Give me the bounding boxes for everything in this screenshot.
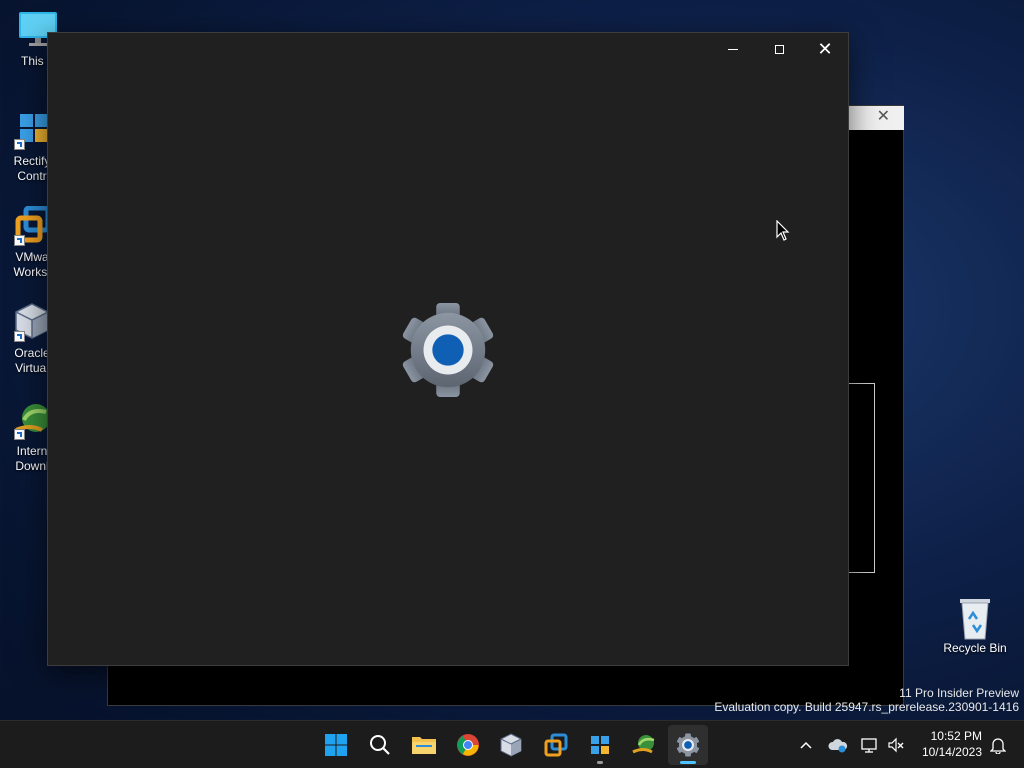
chrome-icon [457,734,479,756]
vmware-icon [544,733,568,757]
watermark-build: Evaluation copy. Build 25947.rs_prerelea… [714,700,1019,714]
minimize-button[interactable] [710,33,756,65]
idm-icon [12,400,52,440]
shortcut-arrow-icon [14,139,25,150]
clock-date: 10/14/2023 [921,745,982,759]
background-window-titlebar[interactable]: ✕ [848,106,904,130]
taskbar-rectify-control-center[interactable] [580,725,620,765]
taskbar-chrome[interactable] [448,725,488,765]
minimize-icon [728,48,738,50]
clock-time: 10:52 PM [930,729,982,743]
taskbar-internet-download-manager[interactable] [624,725,664,765]
close-button[interactable]: ✕ [802,33,848,65]
mouse-cursor-icon [776,219,790,242]
settings-gear-icon [676,733,700,757]
settings-splash-window[interactable]: ✕ [47,32,849,666]
taskbar-settings[interactable] [668,725,708,765]
running-indicator [597,761,603,764]
taskbar-file-explorer[interactable] [404,725,444,765]
chevron-up-icon [800,741,812,749]
vmware-icon [12,205,52,246]
taskbar-vmware[interactable] [536,725,576,765]
folder-icon [412,737,436,754]
taskbar: 10:52 PM 10/14/2023 [0,720,1024,768]
start-button[interactable] [316,725,356,765]
taskbar-virtualbox[interactable] [491,725,531,765]
notifications-button[interactable] [986,731,1010,759]
close-icon: ✕ [817,39,833,59]
search-icon [370,735,390,755]
cloud-icon [828,739,848,753]
tray-network[interactable] [858,731,882,759]
volume-muted-icon [888,737,904,753]
shortcut-arrow-icon [14,331,25,342]
shortcut-arrow-icon [14,429,25,440]
virtualbox-icon [12,302,52,342]
tray-volume[interactable] [884,731,908,759]
rectify-control-icon [591,736,609,754]
virtualbox-icon [500,733,522,757]
shortcut-arrow-icon [14,235,25,246]
windows-watermark: 11 Pro Insider Preview Evaluation copy. … [714,686,1019,714]
windows-logo-icon [325,734,347,756]
taskbar-clock[interactable]: 10:52 PM 10/14/2023 [922,728,982,760]
tray-onedrive[interactable] [826,731,850,759]
maximize-icon [774,44,784,54]
desktop-icon-label: Recycle Bin [943,641,1007,655]
window-controls: ✕ [710,33,848,65]
show-hidden-icons-button[interactable] [794,731,818,759]
search-button[interactable] [360,725,400,765]
active-indicator [680,761,696,764]
settings-gear-icon [399,301,497,399]
close-icon[interactable]: ✕ [877,109,890,125]
maximize-button[interactable] [756,33,802,65]
recycle-bin-icon [955,597,995,640]
background-window-panel [848,383,875,573]
rectify-control-icon [12,110,52,150]
watermark-edition: 11 Pro Insider Preview [899,686,1019,700]
desktop-icon-recycle-bin[interactable]: Recycle Bin [939,597,1011,656]
idm-icon [632,735,655,754]
network-icon [861,738,877,753]
bell-icon [990,738,1006,754]
